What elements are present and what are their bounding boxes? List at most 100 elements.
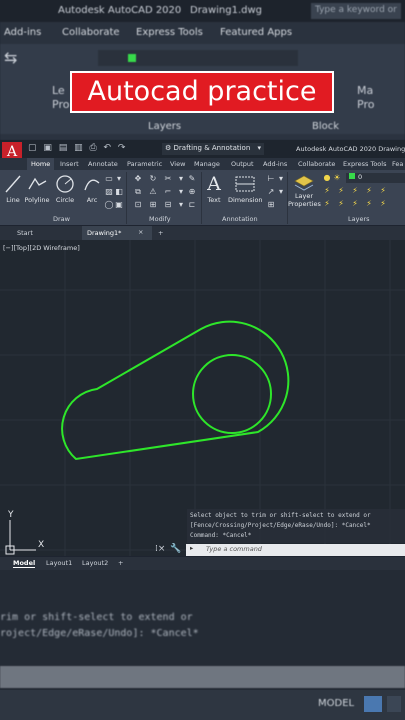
polyline-icon: [28, 177, 47, 190]
tab-home[interactable]: Home: [27, 158, 55, 170]
tab-output[interactable]: Output: [231, 160, 254, 168]
hatch-icon[interactable]: ▨: [104, 187, 114, 196]
panel-label-annotation[interactable]: Annotation: [222, 215, 258, 223]
chevron-down-icon[interactable]: ▾: [276, 174, 286, 183]
panel-label-modify[interactable]: Modify: [149, 215, 171, 223]
tab-layout2[interactable]: Layout2: [82, 559, 108, 567]
layer-tool-icon[interactable]: ⚡: [378, 199, 388, 208]
layer-tool-icon[interactable]: ⚡: [336, 186, 346, 195]
layer-tool-icon[interactable]: ⚡: [322, 186, 332, 195]
layer-dropdown[interactable]: 0: [346, 173, 405, 183]
array-icon[interactable]: ⊟: [163, 200, 173, 209]
command-placeholder: Type a command: [206, 545, 262, 553]
panel-label-draw[interactable]: Draw: [53, 215, 70, 223]
bg-search-box: Type a keyword or: [311, 3, 401, 19]
tab-manage[interactable]: Manage: [194, 160, 220, 168]
arc-tool[interactable]: Arc: [82, 173, 102, 204]
status-menu-icon[interactable]: [387, 696, 401, 712]
slotted-plate-outline: [61, 320, 290, 461]
arc-label: Arc: [86, 196, 98, 204]
bg-ribbon-label: Ma: [357, 84, 374, 97]
copy-icon[interactable]: ⧉: [133, 187, 143, 196]
boundary-icon[interactable]: ▣: [114, 200, 124, 209]
stretch-icon[interactable]: ⊡: [133, 200, 143, 209]
dimension-icon: [235, 176, 255, 192]
tab-annotate[interactable]: Annotate: [88, 160, 118, 168]
tab-start[interactable]: Start: [12, 226, 82, 240]
layer-tool-icon[interactable]: ⚡: [350, 186, 360, 195]
move-icon[interactable]: ✥: [133, 174, 143, 183]
grid-icon[interactable]: [364, 696, 382, 712]
erase-icon[interactable]: ✎: [187, 174, 197, 183]
leader-icon[interactable]: ↗: [266, 187, 276, 196]
close-icon[interactable]: ⁞×: [155, 544, 165, 554]
add-layout-button[interactable]: +: [118, 559, 123, 567]
chevron-down-icon[interactable]: ▾: [114, 174, 124, 183]
tab-parametric[interactable]: Parametric: [127, 160, 162, 168]
tab-insert[interactable]: Insert: [60, 160, 79, 168]
app-titlebar: A ▢ ▣ ▤ ▥ ⎙ ↶ ↷ ⚙ Drafting & Annotation ▾…: [0, 140, 405, 162]
explode-icon[interactable]: ⊕: [187, 187, 197, 196]
panel-divider: [126, 172, 127, 224]
lightbulb-icon[interactable]: ●: [322, 173, 332, 182]
linear-dim-icon[interactable]: ⊢: [266, 174, 276, 183]
line-label: Line: [6, 196, 20, 204]
wrench-icon[interactable]: 🔧: [170, 544, 181, 554]
bg-tab: Express Tools: [136, 27, 203, 38]
layer-tool-icon[interactable]: ⚡: [336, 199, 346, 208]
chevron-down-icon[interactable]: ▾: [176, 187, 186, 196]
text-tool[interactable]: A Text: [203, 172, 225, 204]
ucs-y-label: Y: [8, 510, 14, 520]
text-label: Text: [207, 196, 221, 204]
quick-access-toolbar[interactable]: ▢ ▣ ▤ ▥ ⎙ ↶ ↷: [28, 143, 127, 153]
ellipse-icon[interactable]: ◯: [104, 200, 114, 209]
layer-properties-tool[interactable]: Layer Properties: [288, 173, 321, 208]
model-space-button[interactable]: MODEL: [318, 698, 354, 709]
command-history: Select object to trim or shift-select to…: [187, 509, 405, 543]
trim-icon[interactable]: ✂: [163, 174, 173, 183]
bg-title-app: Autodesk AutoCAD 2020: [58, 5, 182, 16]
viewport-controls-label[interactable]: [−][Top][2D Wireframe]: [3, 244, 80, 252]
chevron-down-icon[interactable]: ▾: [176, 174, 186, 183]
scale-icon[interactable]: ⊞: [148, 200, 158, 209]
dimension-tool[interactable]: Dimension: [228, 173, 263, 204]
rectangle-icon[interactable]: ▭: [104, 174, 114, 183]
sun-icon[interactable]: ☀: [332, 173, 342, 182]
tab-express-tools[interactable]: Express Tools: [343, 160, 386, 168]
layer-tool-icon[interactable]: ⚡: [364, 199, 374, 208]
zoomed-command-input: [0, 666, 405, 688]
bg-ribbon-label: Pro: [357, 98, 375, 111]
layer-value: 0: [358, 173, 363, 181]
layer-tool-icon[interactable]: ⚡: [364, 186, 374, 195]
close-icon[interactable]: ×: [138, 228, 143, 236]
tab-collaborate[interactable]: Collaborate: [298, 160, 335, 168]
layer-tool-icon[interactable]: ⚡: [378, 186, 388, 195]
table-icon[interactable]: ⊞: [266, 200, 276, 209]
chevron-down-icon[interactable]: ▾: [176, 200, 186, 209]
chevron-down-icon: ▾: [257, 144, 261, 152]
tab-add-ins[interactable]: Add-ins: [263, 160, 287, 168]
command-input[interactable]: ▸ Type a command: [186, 544, 405, 556]
new-tab-button[interactable]: +: [153, 226, 168, 240]
rotate-icon[interactable]: ↻: [148, 174, 158, 183]
fillet-icon[interactable]: ⌐: [163, 187, 173, 196]
offset-icon[interactable]: ⊏: [187, 200, 197, 209]
bg-panel-label: Layers: [148, 121, 182, 132]
tab-featured[interactable]: Fea: [392, 160, 403, 168]
workspace-dropdown[interactable]: ⚙ Drafting & Annotation ▾: [162, 143, 264, 155]
bg-titlebar: Autodesk AutoCAD 2020 Drawing1.dwg Type …: [0, 0, 405, 22]
layer-tool-icon[interactable]: ⚡: [350, 199, 360, 208]
line-tool[interactable]: Line: [3, 173, 23, 204]
tab-view[interactable]: View: [170, 160, 185, 168]
tab-layout1[interactable]: Layout1: [46, 559, 72, 567]
circle-icon: [56, 175, 74, 193]
circle-tool[interactable]: Circle: [54, 173, 76, 204]
polyline-tool[interactable]: Polyline: [24, 173, 50, 204]
layer-tool-icon[interactable]: ⚡: [322, 199, 332, 208]
gradient-icon[interactable]: ◧: [114, 187, 124, 196]
tab-model[interactable]: Model: [13, 559, 36, 568]
gear-icon: ⚙: [165, 144, 174, 152]
mirror-icon[interactable]: ⚠: [148, 187, 158, 196]
chevron-down-icon[interactable]: ▾: [276, 187, 286, 196]
panel-label-layers[interactable]: Layers: [348, 215, 370, 223]
